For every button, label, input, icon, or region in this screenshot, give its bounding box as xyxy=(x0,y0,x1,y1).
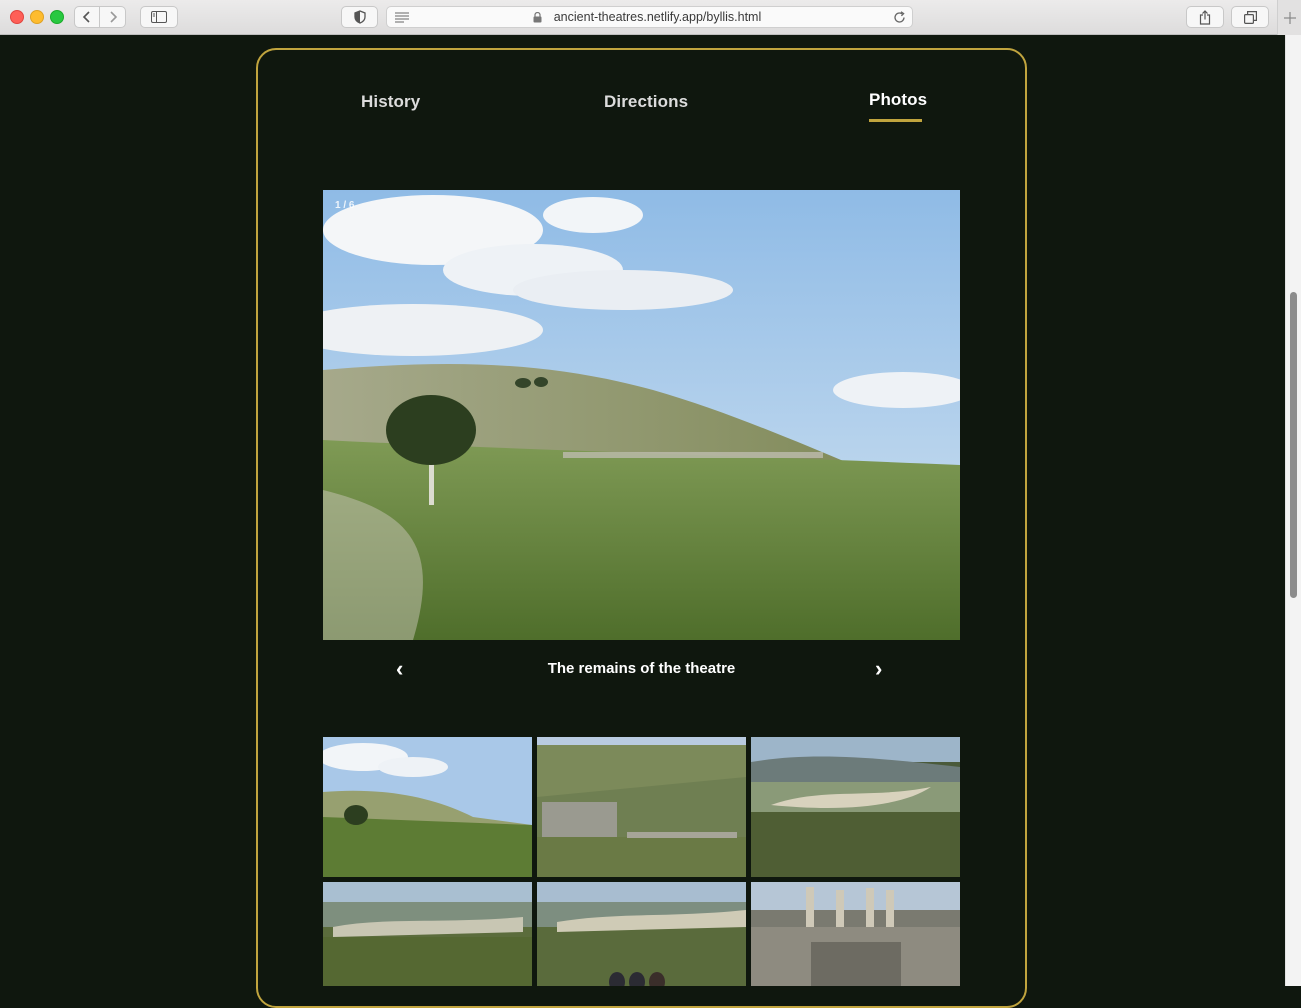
landscape-photo xyxy=(323,190,960,640)
back-button[interactable] xyxy=(74,6,100,28)
minimize-window-button[interactable] xyxy=(30,10,44,24)
chevron-right-icon xyxy=(109,11,117,23)
chevron-left-icon xyxy=(82,11,90,23)
forward-button[interactable] xyxy=(100,6,126,28)
gallery-thumbnail[interactable] xyxy=(751,882,960,986)
tab-history[interactable]: History xyxy=(361,92,420,112)
gallery-thumbnail[interactable] xyxy=(323,737,532,877)
gallery-thumbnail[interactable] xyxy=(323,882,532,986)
thumbnail-photo xyxy=(323,882,532,986)
page-scrollbar-thumb[interactable] xyxy=(1290,292,1297,598)
thumbnail-photo xyxy=(323,737,532,877)
address-bar[interactable]: ancient-theatres.netlify.app/byllis.html xyxy=(386,6,913,28)
thumbnail-photo xyxy=(751,737,960,877)
url-text: ancient-theatres.netlify.app/byllis.html xyxy=(553,10,762,24)
zoom-window-button[interactable] xyxy=(50,10,64,24)
tab-directions[interactable]: Directions xyxy=(604,92,688,112)
shield-icon xyxy=(353,10,366,24)
chevron-right-icon: › xyxy=(875,656,883,681)
plus-icon xyxy=(1284,11,1296,24)
sidebar-icon xyxy=(151,11,167,23)
tabs-overview-icon xyxy=(1243,10,1257,24)
close-window-button[interactable] xyxy=(10,10,24,24)
gallery-thumbnail[interactable] xyxy=(537,882,746,986)
share-button[interactable] xyxy=(1186,6,1224,28)
sidebar-toggle-button[interactable] xyxy=(140,6,178,28)
active-tab-indicator xyxy=(869,119,922,122)
reload-icon[interactable] xyxy=(893,11,906,24)
thumbnail-photo xyxy=(751,882,960,986)
thumbnail-photo xyxy=(537,882,746,986)
gallery-thumbnail[interactable] xyxy=(537,737,746,877)
tab-photos[interactable]: Photos xyxy=(869,90,927,110)
share-icon xyxy=(1199,9,1211,25)
photo-counter: 1 / 6 xyxy=(335,200,355,211)
gallery-main-photo[interactable] xyxy=(323,190,960,640)
show-tabs-button[interactable] xyxy=(1231,6,1269,28)
privacy-report-button[interactable] xyxy=(341,6,378,28)
gallery-thumbnail[interactable] xyxy=(751,737,960,877)
browser-toolbar: ancient-theatres.netlify.app/byllis.html xyxy=(0,0,1301,35)
next-photo-button[interactable]: › xyxy=(875,656,882,682)
thumbnail-photo xyxy=(537,737,746,877)
photo-caption: The remains of the theatre xyxy=(547,660,736,677)
new-tab-button[interactable] xyxy=(1277,0,1301,35)
